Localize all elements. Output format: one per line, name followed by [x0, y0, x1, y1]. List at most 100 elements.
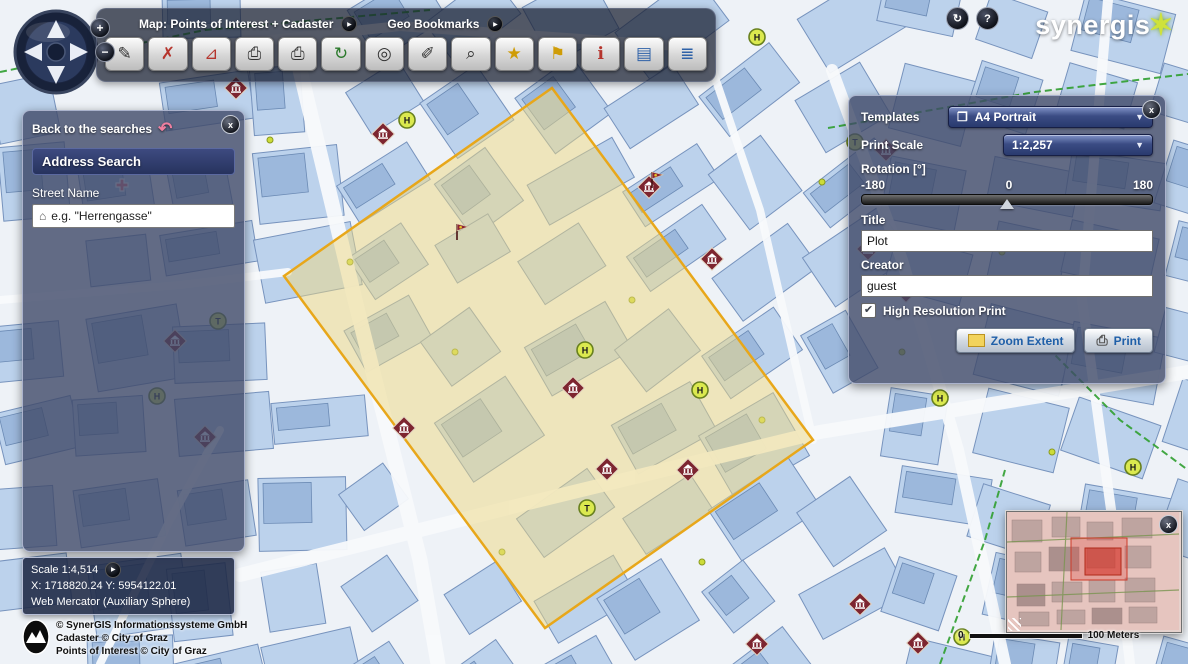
map-status-box: Scale 1:4,514 ▶ X: 1718820.24 Y: 5954122… [22, 557, 235, 615]
help-button: ? [976, 7, 999, 30]
address-search-title: Address Search [32, 148, 235, 175]
edit-icon: ✎ [118, 44, 132, 64]
poi-hydrant-marker[interactable] [399, 112, 415, 128]
rotation-max-label: 180 [1133, 178, 1153, 192]
copyright-block: © SynerGIS Informationssysteme GmbH Cada… [22, 619, 247, 658]
help-icon: ? [984, 13, 991, 25]
poi-hydrant-marker[interactable] [577, 342, 593, 358]
info-icon: ℹ [598, 44, 604, 64]
zoom-in-button[interactable]: + [90, 18, 110, 38]
print-panel: x Templates ❐ A4 Portrait ▼ Print Scale … [848, 95, 1166, 384]
chevron-down-icon: ▼ [1135, 140, 1144, 150]
layers-tool[interactable]: ▤ [624, 37, 663, 71]
projection-readout: Web Mercator (Auxiliary Sphere) [31, 594, 226, 610]
bookmark-flag-tool[interactable]: ⚑ [538, 37, 577, 71]
back-to-searches-link[interactable]: Back to the searches [32, 122, 152, 136]
zoom-out-button[interactable]: − [95, 42, 115, 62]
print-frame-icon: ⎙ [248, 44, 262, 64]
template-dropdown[interactable]: ❐ A4 Portrait ▼ [948, 106, 1153, 128]
poi-hydrant-marker[interactable] [1125, 459, 1141, 475]
coordinate-readout: X: 1718820.24 Y: 5954122.01 [31, 578, 226, 594]
address-search-panel: x Back to the searches ↶ Address Search … [22, 110, 245, 552]
logo-star-icon: ✶ [1148, 8, 1174, 43]
template-selected-value: A4 Portrait [975, 110, 1036, 124]
rotation-label: Rotation [°] [861, 162, 1153, 176]
high-resolution-checkbox-row[interactable]: ✔ High Resolution Print [861, 303, 1153, 318]
house-icon: ⌂ [39, 209, 46, 223]
layers-icon: ▤ [636, 44, 652, 64]
street-name-label: Street Name [32, 186, 235, 200]
overview-map-inset[interactable]: x [1006, 511, 1182, 633]
synergis-mountain-logo [22, 619, 50, 655]
poi-hydrant-marker[interactable] [692, 382, 708, 398]
locate-tool[interactable]: ◎ [365, 37, 404, 71]
poi-hydrant-marker[interactable] [749, 29, 765, 45]
geo-bookmarks-expand-icon[interactable]: ▶ [487, 16, 503, 32]
scale-readout: Scale 1:4,514 [31, 562, 98, 578]
delete-sketch-tool[interactable]: ✗ [148, 37, 187, 71]
tool-button-row: ✎ ✗ ⊿ ⎙ ⎙ ↻ ◎ ✐ ⌕ ★ ⚑ ℹ ▤ ≣ [105, 37, 707, 71]
pan-compass-control[interactable] [12, 8, 100, 96]
table-icon: ≣ [680, 44, 694, 64]
rotation-slider[interactable] [861, 194, 1153, 205]
zoom-extent-button[interactable]: Zoom Extent [956, 328, 1076, 353]
scale-bar-zero: 0 [958, 630, 964, 641]
document-icon: ❐ [957, 110, 968, 124]
print-tool[interactable]: ⎙ [278, 37, 317, 71]
scale-bar: 0 100 Meters [958, 630, 1139, 641]
copyright-line: Points of Interest © City of Graz [56, 645, 247, 658]
title-label: Title [861, 213, 1153, 227]
scale-expand-icon[interactable]: ▶ [105, 562, 121, 578]
copyright-line: Cadaster © City of Graz [56, 632, 247, 645]
rotation-slider-handle[interactable] [1000, 199, 1014, 209]
info-tool[interactable]: ℹ [581, 37, 620, 71]
refresh-extent-tool[interactable]: ↻ [321, 37, 360, 71]
creator-input[interactable]: guest [861, 275, 1153, 297]
copyright-line: © SynerGIS Informationssysteme GmbH [56, 619, 247, 632]
map-selector-label[interactable]: Map: Points of Interest + Cadaster [139, 17, 333, 31]
extent-icon [968, 334, 985, 347]
pen-icon: ✐ [420, 44, 434, 64]
share-icon: ↻ [953, 12, 962, 25]
draw-tool[interactable]: ✐ [408, 37, 447, 71]
back-arrow-icon[interactable]: ↶ [158, 119, 172, 139]
magnifier-icon: ⌕ [466, 44, 476, 64]
checkbox-checked-icon[interactable]: ✔ [861, 303, 876, 318]
title-input[interactable]: Plot [861, 230, 1153, 252]
print-scale-label: Print Scale [861, 138, 923, 152]
zoom-extent-button-label: Zoom Extent [991, 334, 1064, 348]
print-button-label: Print [1114, 334, 1141, 348]
templates-label: Templates [861, 110, 919, 124]
overview-minimap [1007, 512, 1179, 630]
rotation-min-label: -180 [861, 178, 885, 192]
street-name-placeholder: e.g. "Herrengasse" [51, 209, 152, 223]
poi-tram-stop-marker[interactable] [579, 500, 595, 516]
close-search-panel-button[interactable]: x [221, 115, 240, 134]
delete-icon: ✗ [161, 44, 175, 64]
print-scale-selected-value: 1:2,257 [1012, 138, 1053, 152]
star-icon: ★ [507, 44, 522, 64]
geo-bookmarks-label[interactable]: Geo Bookmarks [387, 17, 479, 31]
crosshair-icon: ◎ [377, 44, 392, 64]
table-tool[interactable]: ≣ [668, 37, 707, 71]
map-application: H T [0, 0, 1188, 664]
overview-extent-rectangle[interactable] [1085, 548, 1121, 575]
print-button[interactable]: ⎙ Print [1084, 328, 1153, 353]
printer-icon: ⎙ [1096, 332, 1107, 349]
synergis-logo: synergis ✶ [1035, 8, 1174, 43]
measure-tool[interactable]: ⊿ [192, 37, 231, 71]
logo-text: synergis [1035, 10, 1150, 41]
highlight-tool[interactable]: ★ [495, 37, 534, 71]
close-print-panel-button[interactable]: x [1142, 100, 1161, 119]
poi-hydrant-marker[interactable] [932, 390, 948, 406]
high-resolution-label: High Resolution Print [883, 304, 1006, 318]
street-name-input[interactable]: ⌂ e.g. "Herrengasse" [32, 204, 235, 228]
zoom-search-tool[interactable]: ⌕ [451, 37, 490, 71]
share-button: ↻ [946, 7, 969, 30]
close-overview-button[interactable]: x [1159, 515, 1178, 534]
print-frame-tool[interactable]: ⎙ [235, 37, 274, 71]
map-selector-expand-icon[interactable]: ▶ [341, 16, 357, 32]
print-scale-dropdown[interactable]: 1:2,257 ▼ [1003, 134, 1153, 156]
creator-label: Creator [861, 258, 1153, 272]
scale-bar-distance: 100 Meters [1088, 630, 1140, 641]
